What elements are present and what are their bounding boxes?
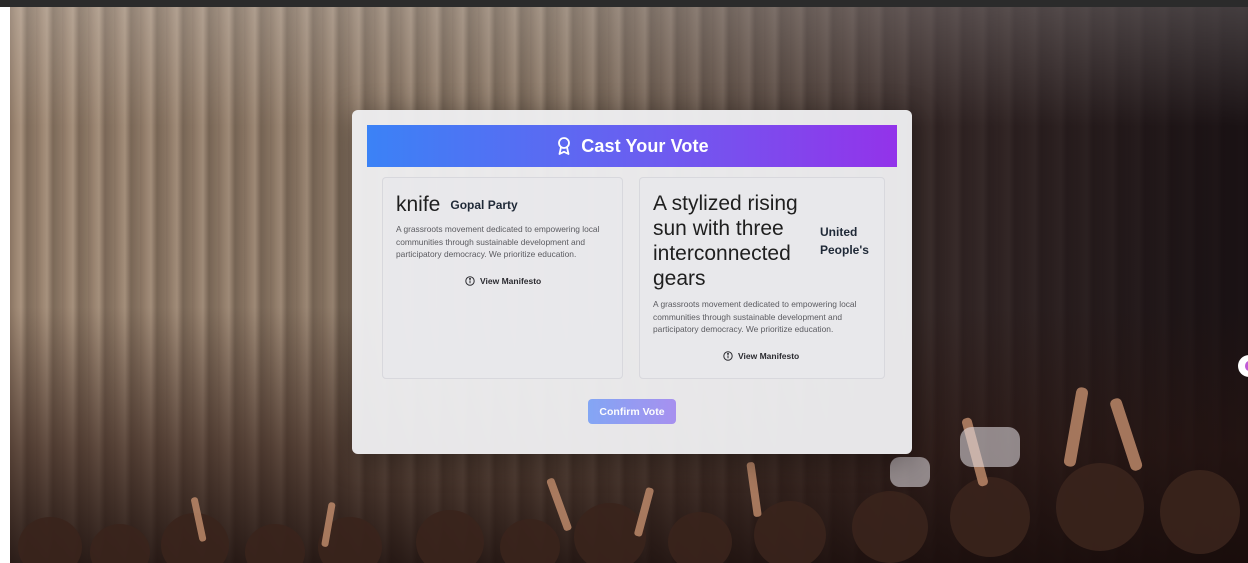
candidate-card[interactable]: A stylized rising sun with three interco… <box>639 177 885 379</box>
party-symbol: knife <box>396 193 441 216</box>
view-manifesto-button[interactable]: View Manifesto <box>465 276 541 286</box>
candidate-heading: A stylized rising sun with three interco… <box>653 191 880 291</box>
party-description: A grassroots movement dedicated to empow… <box>653 299 857 334</box>
confirm-vote-button[interactable]: Confirm Vote <box>588 399 676 424</box>
vote-panel: Cast Your Vote knife Gopal Party A grass… <box>352 110 912 454</box>
view-manifesto-button[interactable]: View Manifesto <box>723 351 799 361</box>
view-manifesto-label: View Manifesto <box>738 351 800 361</box>
party-name: Gopal Party <box>450 197 518 212</box>
party-description: A grassroots movement dedicated to empow… <box>396 224 600 259</box>
award-ribbon-icon <box>555 136 573 156</box>
view-manifesto-label: View Manifesto <box>480 276 542 286</box>
info-icon <box>465 276 475 286</box>
candidate-card[interactable]: knife Gopal Party A grassroots movement … <box>382 177 623 379</box>
vote-header: Cast Your Vote <box>367 125 897 167</box>
browser-top-bar <box>0 0 1248 7</box>
candidate-heading: knife Gopal Party <box>396 192 518 217</box>
party-symbol: A stylized rising sun with three interco… <box>653 192 798 290</box>
party-name: United People's <box>820 225 869 257</box>
page-title: Cast Your Vote <box>581 135 709 156</box>
page-left-edge <box>0 7 10 563</box>
info-icon <box>723 351 733 361</box>
